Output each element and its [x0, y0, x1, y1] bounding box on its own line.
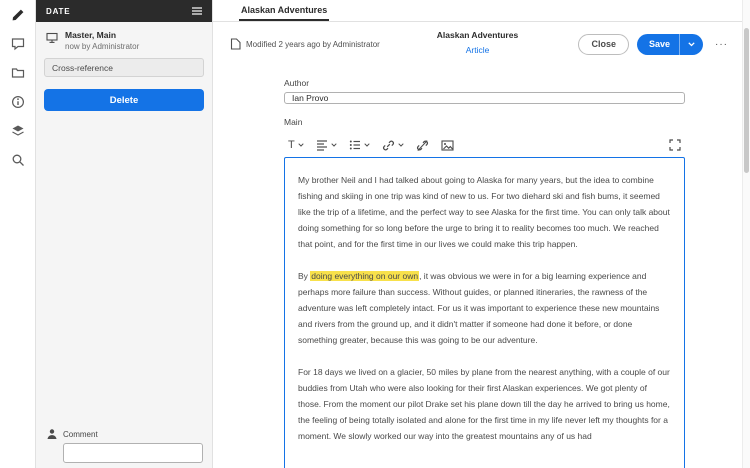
align-left-icon	[316, 139, 328, 151]
save-button-group: Save	[637, 34, 703, 55]
image-icon	[441, 139, 454, 152]
highlighted-text: doing everything on our own	[310, 271, 419, 281]
list-button[interactable]	[347, 137, 372, 153]
tab-bar: Alaskan Adventures	[213, 0, 742, 22]
align-button[interactable]	[314, 137, 339, 153]
main-label: Main	[284, 117, 685, 127]
chevron-down-icon	[364, 143, 370, 147]
app-window: DATE Master, Main now by Administrator C…	[0, 0, 750, 468]
fullscreen-button[interactable]	[667, 137, 683, 153]
main-area: Alaskan Adventures Modified 2 years ago …	[213, 0, 742, 468]
panel-title: DATE	[46, 7, 70, 16]
text-format-button[interactable]: T	[286, 138, 306, 153]
delete-button[interactable]: Delete	[44, 89, 204, 111]
edit-icon[interactable]	[8, 5, 28, 25]
monitor-icon	[46, 31, 58, 49]
scrollbar-thumb[interactable]	[744, 28, 749, 173]
modified-info: Modified 2 years ago by Administrator	[230, 38, 380, 50]
chevron-down-icon	[298, 143, 304, 147]
author-input[interactable]	[284, 92, 685, 104]
info-icon[interactable]	[8, 92, 28, 112]
author-label: Author	[284, 78, 685, 88]
document-type-link[interactable]: Article	[466, 45, 490, 55]
editor-paragraph: For 18 days we lived on a glacier, 50 mi…	[298, 364, 671, 444]
unlink-button[interactable]	[414, 137, 431, 154]
fullscreen-icon	[669, 139, 681, 151]
panel-header: DATE	[36, 0, 212, 22]
layers-icon[interactable]	[8, 121, 28, 141]
link-icon	[382, 139, 395, 152]
insert-image-button[interactable]	[439, 137, 456, 154]
comment-label: Comment	[63, 430, 98, 439]
comment-area: Comment	[46, 428, 203, 463]
fragment-form: Author Main T	[213, 66, 742, 468]
document-icon	[230, 38, 241, 50]
editor-paragraph: My brother Neil and I had talked about g…	[298, 172, 671, 252]
close-button[interactable]: Close	[578, 34, 629, 55]
menu-icon[interactable]	[192, 7, 202, 15]
link-button[interactable]	[380, 137, 406, 154]
save-button[interactable]: Save	[637, 34, 679, 55]
version-subtitle: now by Administrator	[65, 42, 139, 51]
rte-toolbar: T	[284, 133, 685, 157]
version-texts: Master, Main now by Administrator	[65, 30, 139, 51]
cross-reference-field[interactable]: Cross-reference	[44, 58, 204, 77]
unlink-icon	[416, 139, 429, 152]
text-format-icon: T	[288, 140, 295, 151]
version-item[interactable]: Master, Main now by Administrator	[36, 22, 212, 55]
comment-input[interactable]	[63, 443, 203, 463]
folder-icon[interactable]	[8, 63, 28, 83]
rich-text-editor[interactable]: My brother Neil and I had talked about g…	[284, 157, 685, 468]
scrollbar[interactable]	[742, 0, 750, 468]
document-header: Modified 2 years ago by Administrator Al…	[213, 22, 742, 66]
save-dropdown-button[interactable]	[680, 34, 703, 55]
modified-text: Modified 2 years ago by Administrator	[246, 40, 380, 49]
header-actions: Close Save ···	[578, 34, 732, 55]
chevron-down-icon	[331, 143, 337, 147]
version-title: Master, Main	[65, 30, 139, 40]
tab-alaskan-adventures[interactable]: Alaskan Adventures	[239, 5, 329, 21]
search-icon[interactable]	[8, 150, 28, 170]
comment-icon[interactable]	[8, 34, 28, 54]
editor-paragraph: By doing everything on our own, it was o…	[298, 268, 671, 348]
user-icon	[46, 428, 58, 440]
chevron-down-icon	[398, 143, 404, 147]
left-toolbar	[0, 0, 36, 468]
more-button[interactable]: ···	[711, 39, 732, 50]
bullet-list-icon	[349, 139, 361, 151]
date-panel: DATE Master, Main now by Administrator C…	[36, 0, 213, 468]
